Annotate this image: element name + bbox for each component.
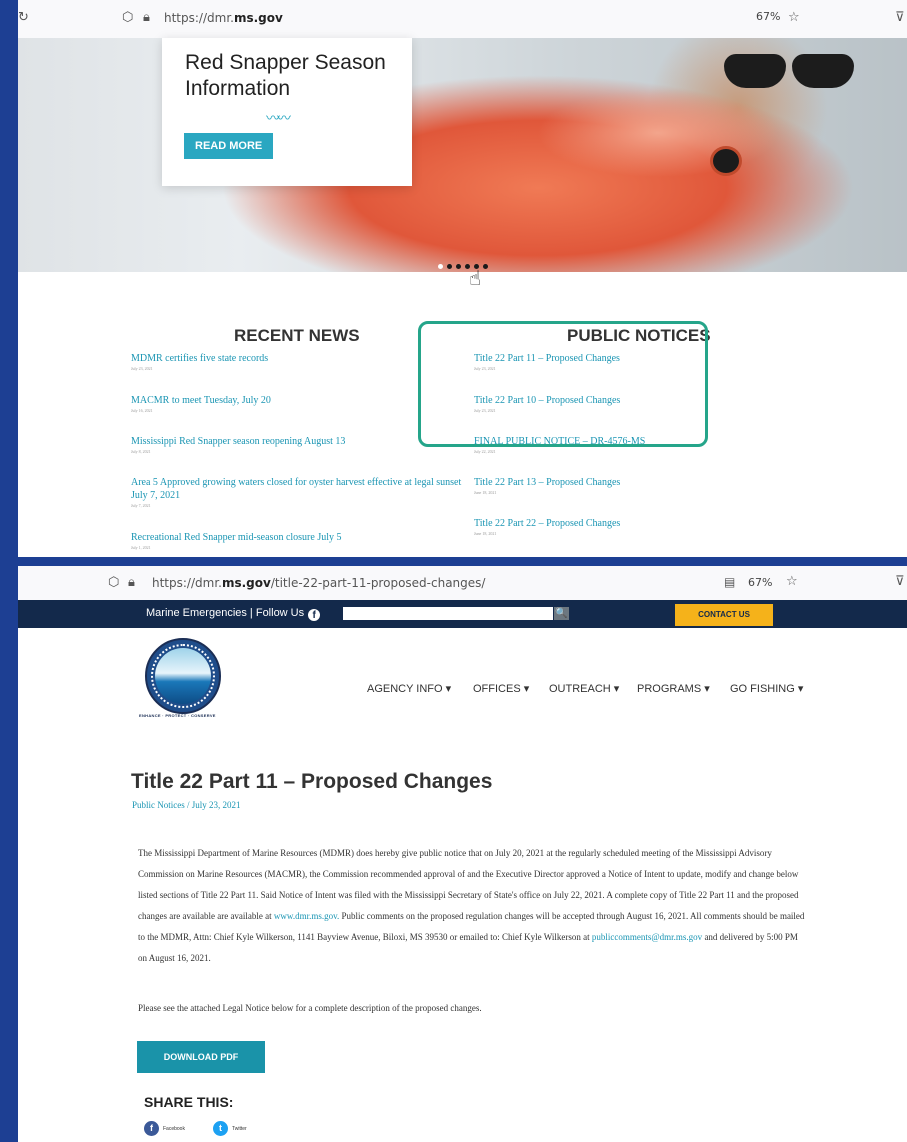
carousel-dot[interactable] [447, 264, 452, 269]
news-link[interactable]: MACMR to meet Tuesday, July 20 [131, 394, 271, 407]
news-date: July 7, 2021 [131, 503, 151, 508]
carousel-dot[interactable] [483, 264, 488, 269]
legal-notice-text: Please see the attached Legal Notice bel… [138, 1003, 482, 1013]
carousel-dot[interactable] [438, 264, 443, 269]
nav-agency-info[interactable]: AGENCY INFO ▾ [367, 682, 451, 695]
notice-link[interactable]: Title 22 Part 22 – Proposed Changes [474, 517, 620, 530]
hero-card: Red Snapper Season Information 〰〰 READ M… [162, 38, 412, 186]
pocket-icon[interactable]: ⊽ [895, 574, 905, 589]
notice-date: June 18, 2021 [474, 531, 497, 536]
carousel-dot[interactable] [456, 264, 461, 269]
notice-date: June 18, 2021 [474, 490, 497, 495]
reload-icon[interactable]: ↻ [18, 10, 29, 25]
hand-cursor-icon: ☝ [469, 266, 482, 290]
twitter-share-button[interactable]: t Twitter [213, 1121, 247, 1136]
highlight-box [418, 321, 708, 447]
download-pdf-button[interactable]: DOWNLOAD PDF [137, 1041, 265, 1073]
contact-us-button[interactable]: CONTACT US [675, 604, 773, 626]
zoom-level[interactable]: 67% [756, 10, 780, 23]
read-more-button[interactable]: READ MORE [184, 133, 274, 159]
squiggle-decoration: 〰〰 [266, 111, 291, 127]
page-title: Title 22 Part 11 – Proposed Changes [131, 770, 493, 793]
top-browser-window: ↻ ⬡ 🔒︎ https://dmr.ms.gov 67% ☆ ⊽ Red Sn… [18, 0, 907, 557]
bookmark-star-icon[interactable]: ☆ [788, 10, 800, 25]
nav-outreach[interactable]: OUTREACH ▾ [549, 682, 619, 695]
hero-title: Red Snapper Season Information [185, 51, 386, 100]
news-date: July 1, 2021 [131, 545, 151, 550]
lock-icon[interactable]: 🔒︎ [128, 575, 135, 590]
nav-programs[interactable]: PROGRAMS ▾ [637, 682, 710, 695]
facebook-icon: f [144, 1121, 159, 1136]
utility-bar: Marine Emergencies | Follow Us f 🔍 CONTAC… [18, 600, 907, 628]
share-heading: SHARE THIS: [144, 1094, 234, 1110]
address-bar[interactable]: ⬡ 🔒︎ https://dmr.ms.gov/title-22-part-11… [18, 566, 907, 601]
search-icon[interactable]: 🔍 [554, 607, 569, 620]
bottom-browser-window: ⬡ 🔒︎ https://dmr.ms.gov/title-22-part-11… [18, 566, 907, 1142]
address-bar[interactable]: ↻ ⬡ 🔒︎ https://dmr.ms.gov 67% ☆ ⊽ [18, 0, 907, 39]
news-date: July 23, 2021 [131, 366, 153, 371]
pocket-icon[interactable]: ⊽ [895, 10, 905, 25]
notice-body: The Mississippi Department of Marine Res… [138, 848, 805, 963]
carousel-dots[interactable] [438, 256, 492, 274]
website-link[interactable]: www.dmr.ms.gov. [274, 911, 339, 921]
facebook-icon[interactable]: f [308, 609, 321, 621]
email-link[interactable]: publiccomments@dmr.ms.gov [592, 932, 702, 942]
reader-view-icon[interactable]: ▤ [724, 575, 735, 589]
url-text[interactable]: https://dmr.ms.gov [164, 11, 283, 25]
news-link[interactable]: Area 5 Approved growing waters closed fo… [131, 476, 471, 502]
fish-eye-image [710, 146, 742, 176]
url-text[interactable]: https://dmr.ms.gov/title-22-part-11-prop… [152, 576, 485, 590]
shield-icon[interactable]: ⬡ [108, 575, 119, 590]
lock-icon[interactable]: 🔒︎ [143, 10, 150, 25]
news-date: July 16, 2021 [131, 408, 153, 413]
nav-go-fishing[interactable]: GO FISHING ▾ [730, 682, 803, 695]
news-link[interactable]: Mississippi Red Snapper season reopening… [131, 435, 345, 448]
marine-emergencies-link[interactable]: Marine Emergencies | Follow Us f [146, 607, 321, 621]
nav-offices[interactable]: OFFICES ▾ [473, 682, 529, 695]
mdmr-logo[interactable] [145, 638, 221, 714]
search-input[interactable] [343, 607, 553, 620]
breadcrumb[interactable]: Public Notices / July 23, 2021 [132, 800, 241, 810]
news-date: July 8, 2021 [131, 449, 151, 454]
notice-link[interactable]: Title 22 Part 13 – Proposed Changes [474, 476, 620, 489]
news-link[interactable]: MDMR certifies five state records [131, 352, 268, 365]
twitter-icon: t [213, 1121, 228, 1136]
notice-date: July 22, 2021 [474, 449, 496, 454]
news-link[interactable]: Recreational Red Snapper mid-season clos… [131, 531, 342, 544]
shield-icon[interactable]: ⬡ [122, 10, 133, 25]
logo-tagline: ENHANCE · PROTECT · CONSERVE [139, 713, 216, 718]
sunglasses-image [724, 54, 874, 90]
bookmark-star-icon[interactable]: ☆ [786, 574, 798, 589]
recent-news-heading: RECENT NEWS [234, 326, 360, 345]
zoom-level[interactable]: 67% [748, 576, 772, 589]
facebook-share-button[interactable]: f Facebook [144, 1121, 185, 1136]
hero-carousel [18, 38, 907, 272]
